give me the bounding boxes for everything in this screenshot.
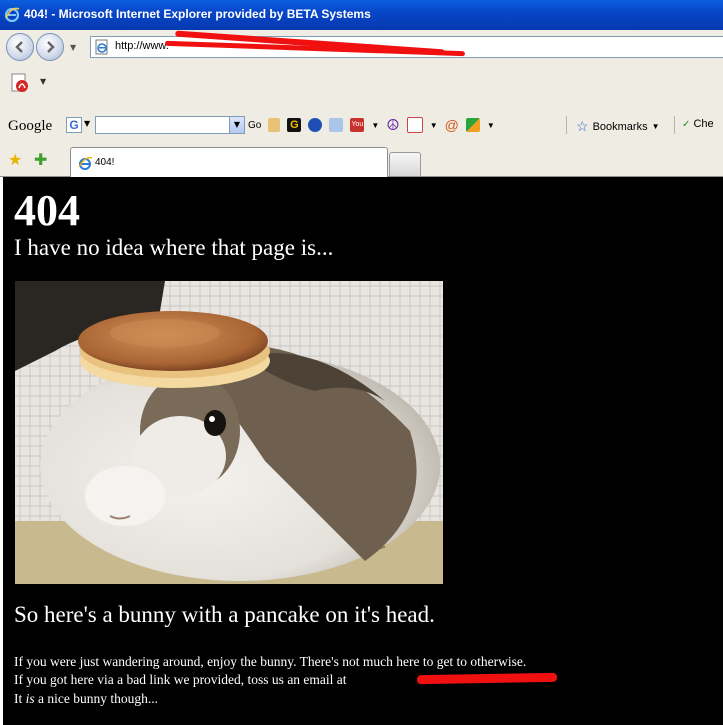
page-subtitle: I have no idea where that page is... <box>14 235 334 260</box>
youtube-icon[interactable]: You <box>350 118 365 132</box>
tab-404[interactable]: 404! <box>70 147 388 177</box>
picasa-icon[interactable] <box>465 118 480 132</box>
window-titlebar: 404! - Microsoft Internet Explorer provi… <box>0 0 723 30</box>
closing-text-pre: It <box>14 691 26 706</box>
gmail-g-icon[interactable]: G <box>287 118 302 132</box>
paragraph-line: If you got here via a bad link we provid… <box>14 672 558 688</box>
globe-icon[interactable] <box>308 118 323 132</box>
go-button[interactable]: Go <box>248 120 261 131</box>
pdf-icon[interactable] <box>9 72 31 94</box>
closing-text-post: a nice bunny though... <box>34 691 158 706</box>
forward-arrow-icon <box>47 41 55 53</box>
paragraph-line: It is a nice bunny though... <box>14 691 158 707</box>
google-logo: Google <box>8 118 53 134</box>
mail-icon[interactable] <box>406 117 423 133</box>
addon-toolbar: ▼ <box>0 64 723 98</box>
navigation-bar: ▼ http://www. <box>0 30 723 65</box>
bookmarks-button[interactable]: ☆ Bookmarks ▼ <box>576 118 660 135</box>
paragraph-line: If you were just wandering around, enjoy… <box>14 654 527 669</box>
spellcheck-button[interactable]: ✓ Che <box>682 118 714 130</box>
chevron-down-icon[interactable]: ▼ <box>430 121 438 130</box>
back-button[interactable] <box>6 33 34 61</box>
url-text: http://www. <box>115 40 169 52</box>
forward-button[interactable] <box>36 33 64 61</box>
search-dropdown-icon[interactable]: ▼ <box>229 117 244 133</box>
bunny-caption: So here's a bunny with a pancake on it's… <box>14 602 435 627</box>
email-line-text: If you got here via a bad link we provid… <box>14 672 347 687</box>
chevron-down-icon: ▼ <box>84 119 91 128</box>
news-icon[interactable] <box>329 118 344 132</box>
google-g-icon: G <box>66 117 82 133</box>
tab-bar: ★ ✚ 404! <box>0 142 723 177</box>
back-arrow-icon <box>15 41 23 53</box>
page-ie-icon <box>95 39 108 55</box>
page-heading: 404 <box>14 186 80 235</box>
bunny-with-pancake-image <box>15 281 443 584</box>
favorites-star-icon[interactable]: ★ <box>8 150 22 169</box>
page-content: 404 I have no idea where that page is... <box>3 177 723 725</box>
email-redaction-mark <box>416 672 558 685</box>
google-search-input[interactable]: ▼ <box>95 116 245 134</box>
highlight-icon[interactable] <box>268 118 281 132</box>
google-menu-button[interactable]: G ▼ <box>66 117 94 133</box>
tab-label: 404! <box>95 157 115 168</box>
history-dropdown-icon[interactable]: ▼ <box>70 43 76 52</box>
chevron-down-icon[interactable]: ▼ <box>371 121 379 130</box>
ie-logo-icon <box>4 7 20 22</box>
bookmarks-label: Bookmarks <box>592 120 648 133</box>
toolbar-separator <box>566 116 567 134</box>
chevron-down-icon: ▼ <box>651 122 660 131</box>
pdf-dropdown-icon[interactable]: ▼ <box>40 77 46 86</box>
peace-icon[interactable]: ☮ <box>386 116 399 134</box>
google-toolbar-buttons: Go G You ▼ ☮ ▼ @ ▼ <box>248 116 495 134</box>
chevron-down-icon[interactable]: ▼ <box>487 121 495 130</box>
toolbar-separator <box>674 116 675 134</box>
google-toolbar: Google G ▼ ▼ Go G You ▼ ☮ ▼ @ ▼ ☆ Bookma… <box>0 98 723 143</box>
bookmark-star-icon: ☆ <box>576 118 589 134</box>
new-tab-button[interactable] <box>389 152 421 176</box>
closing-text-emphasis: is <box>25 691 35 706</box>
window-title: 404! - Microsoft Internet Explorer provi… <box>24 7 371 21</box>
spellcheck-label: Che <box>693 118 714 130</box>
spiral-icon[interactable]: @ <box>445 117 459 133</box>
add-favorite-icon[interactable]: ✚ <box>34 150 47 169</box>
spellcheck-icon: ✓ <box>682 119 691 130</box>
tab-ie-icon <box>78 157 93 170</box>
